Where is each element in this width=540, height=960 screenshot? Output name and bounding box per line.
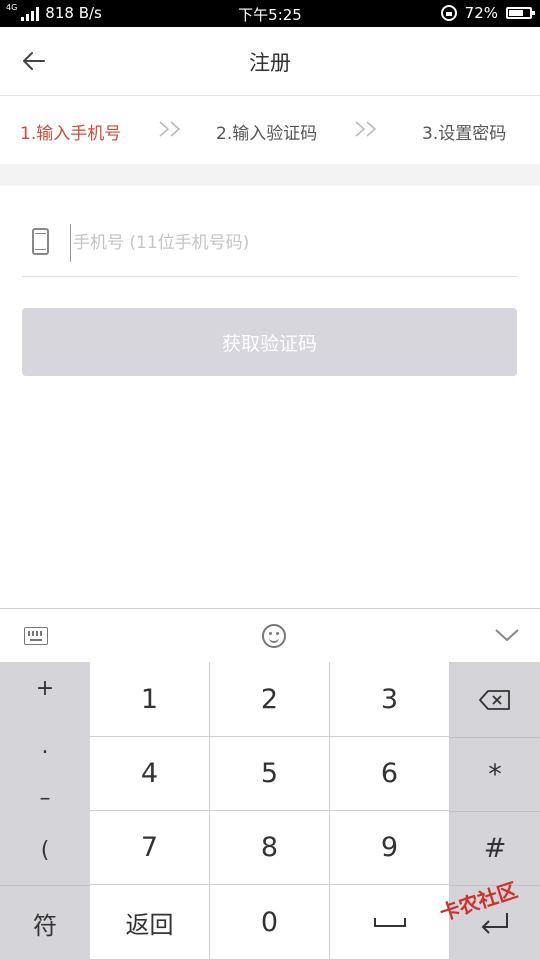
key-dot[interactable]: . <box>0 734 90 759</box>
app-header: 注册 <box>0 27 540 96</box>
key-6[interactable]: 6 <box>330 737 450 811</box>
key-paren[interactable]: ( <box>0 838 90 863</box>
rotation-lock-icon <box>440 5 457 21</box>
key-backspace[interactable] <box>450 662 540 737</box>
step-2: 2.输入验证码 <box>216 124 318 144</box>
key-space[interactable] <box>330 885 450 960</box>
key-hash[interactable]: # <box>450 811 540 885</box>
key-symbols[interactable]: 符 <box>0 885 90 960</box>
key-return[interactable]: 返回 <box>90 885 210 960</box>
key-4[interactable]: 4 <box>90 737 210 811</box>
backspace-icon <box>479 689 510 710</box>
keyboard-toolbar <box>0 608 540 663</box>
key-0[interactable]: 0 <box>210 885 330 960</box>
key-2[interactable]: 2 <box>210 662 330 737</box>
get-code-button[interactable]: 获取验证码 <box>22 308 517 376</box>
symbol-column: + . – ( <box>0 662 90 885</box>
space-icon <box>373 918 406 927</box>
key-8[interactable]: 8 <box>210 811 330 885</box>
key-3[interactable]: 3 <box>330 662 450 737</box>
step-indicator: 1.输入手机号 2.输入验证码 3.设置密码 <box>0 96 540 164</box>
emoji-icon[interactable] <box>262 624 286 648</box>
key-dash[interactable]: – <box>0 786 90 811</box>
battery-icon <box>506 7 535 19</box>
status-right: 72% <box>440 4 535 22</box>
step-3: 3.设置密码 <box>422 124 507 144</box>
double-chevron-icon <box>159 121 181 137</box>
page-title: 注册 <box>249 51 291 75</box>
battery-percent: 72% <box>464 4 498 22</box>
key-5[interactable]: 5 <box>210 737 330 811</box>
battery-fill <box>509 10 524 16</box>
key-plus[interactable]: + <box>0 676 90 701</box>
phone-icon <box>32 228 49 255</box>
enter-icon <box>481 913 508 934</box>
key-9[interactable]: 9 <box>330 811 450 885</box>
chevron-down-icon[interactable] <box>494 627 520 643</box>
status-bar: 4G 818 B/s 下午5:25 72% <box>0 0 540 27</box>
phone-field-row <box>22 210 517 277</box>
key-7[interactable]: 7 <box>90 811 210 885</box>
double-chevron-icon <box>355 121 377 137</box>
key-asterisk[interactable]: * <box>450 737 540 811</box>
key-1[interactable]: 1 <box>90 662 210 737</box>
section-divider <box>0 164 540 186</box>
step-1: 1.输入手机号 <box>20 124 122 144</box>
keyboard-icon[interactable] <box>24 627 48 645</box>
phone-input[interactable] <box>70 224 505 262</box>
